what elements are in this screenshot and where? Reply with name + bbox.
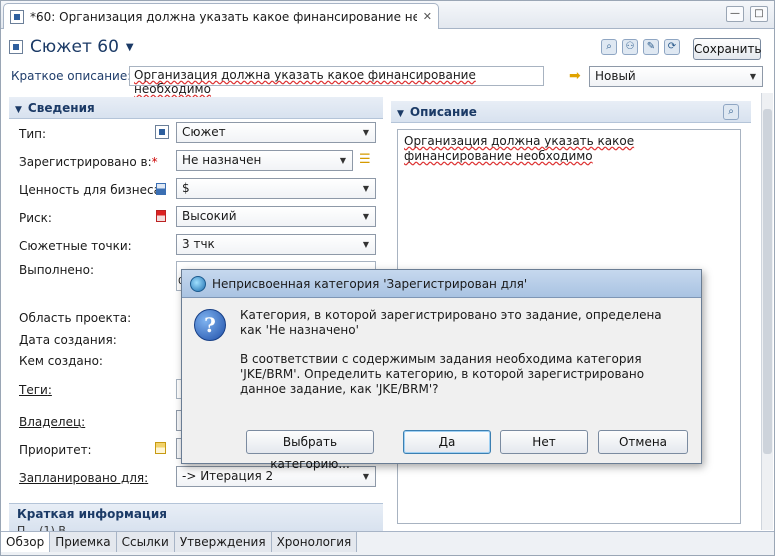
description-title: Описание — [409, 105, 477, 119]
planned-value: -> Итерация 2 — [182, 469, 274, 483]
tags-link[interactable]: Теги: — [19, 383, 52, 397]
risk-value: Высокий — [182, 209, 237, 223]
story-icon — [155, 125, 169, 139]
dialog-title-bar[interactable]: Неприсвоенная категория 'Зарегистрирован… — [182, 270, 701, 298]
state-select[interactable]: Новый ▼ — [589, 66, 763, 87]
planned-label-text: Запланировано для — [19, 471, 145, 485]
filed-against-select[interactable]: Не назначен ▼ — [176, 150, 353, 171]
chevron-down-icon: ▼ — [362, 472, 370, 481]
filed-label-text: Зарегистрировано в: — [19, 155, 152, 169]
chevron-down-icon: ▼ — [339, 156, 347, 165]
filed-label: Зарегистрировано в:* — [19, 155, 158, 169]
summary-input[interactable]: Организация должна указать какое финанси… — [129, 66, 544, 96]
quick-info-title: Краткая информация — [17, 507, 167, 521]
scrollbar-thumb[interactable] — [763, 109, 772, 454]
creation-date-label: Дата создания: — [19, 333, 117, 347]
priority-icon — [155, 442, 166, 454]
save-button[interactable]: Сохранить — [693, 38, 762, 60]
owner-link[interactable]: Владелец: — [19, 415, 85, 429]
title-text: Сюжет 60 — [30, 37, 119, 57]
quick-info-section: Краткая информация П... (1) B — [9, 503, 383, 532]
chevron-down-icon: ▼ — [362, 184, 370, 193]
document-icon — [10, 9, 24, 24]
no-button[interactable]: Нет — [500, 430, 588, 454]
business-value-label: Ценность для бизнеса: — [19, 183, 166, 197]
window-controls: — □ — [726, 6, 768, 22]
editor-page-tabs: Обзор Приемка Ссылки Утверждения Хроноло… — [1, 531, 774, 555]
close-icon[interactable]: ✕ — [423, 10, 432, 23]
editor-tab-title: *60: Организация должна указать какое фи… — [30, 9, 417, 24]
chevron-down-icon: ▼ — [362, 212, 370, 221]
done-label: Выполнено: — [19, 263, 95, 277]
dialog-message-line2: В соответствии с содержимым задания необ… — [240, 352, 645, 396]
creator-label: Кем создано: — [19, 354, 103, 368]
summary-label: Краткое описание:* — [11, 69, 137, 83]
question-icon: ? — [194, 309, 226, 341]
required-mark: * — [151, 155, 158, 169]
chevron-down-icon: ▼ — [362, 128, 370, 137]
arrow-right-icon: ➡ — [569, 68, 581, 84]
tab-approvals[interactable]: Утверждения — [174, 532, 272, 552]
filed-value: Не назначен — [182, 153, 262, 167]
unassigned-category-dialog: Неприсвоенная категория 'Зарегистрирован… — [181, 269, 702, 471]
story-icon — [9, 40, 23, 54]
dialog-message-line1: Категория, в которой зарегистрировано эт… — [240, 308, 662, 337]
summary-value: Организация должна указать какое финанси… — [134, 68, 476, 96]
refresh-icon[interactable]: ⟳ — [664, 39, 680, 55]
team-icon[interactable]: ⚇ — [622, 39, 638, 55]
story-points-label: Сюжетные точки: — [19, 239, 132, 253]
business-value-icon — [156, 183, 166, 195]
details-header[interactable]: ▼ Сведения — [9, 97, 383, 119]
app-icon — [190, 275, 206, 292]
tab-history[interactable]: Хронология — [271, 532, 358, 552]
vertical-scrollbar[interactable] — [761, 93, 773, 530]
maximize-button[interactable]: □ — [750, 6, 768, 22]
type-label: Тип: — [19, 127, 47, 141]
story-points-value: 3 тчк — [182, 237, 215, 251]
type-select[interactable]: Сюжет ▼ — [176, 122, 376, 143]
risk-icon — [156, 210, 166, 222]
collapse-icon: ▼ — [15, 105, 22, 115]
state-value: Новый — [595, 69, 636, 83]
risk-label: Риск: — [19, 211, 52, 225]
tab-acceptance[interactable]: Приемка — [50, 532, 117, 552]
category-picker-icon[interactable]: ☰ — [359, 152, 371, 167]
header-toolbar: ⌕ ⚇ ✎ ⟳ — [601, 39, 680, 55]
cancel-button[interactable]: Отмена — [598, 430, 688, 454]
story-points-select[interactable]: 3 тчк ▼ — [176, 234, 376, 255]
yes-button[interactable]: Да — [403, 430, 491, 454]
editor-header: Сюжет 60 ▼ ⌕ ⚇ ✎ ⟳ Сохранить Краткое опи… — [1, 29, 774, 96]
tab-overview[interactable]: Обзор — [1, 532, 51, 552]
find-icon[interactable]: ⌕ — [601, 39, 617, 55]
owner-label-text: Владелец — [19, 415, 82, 429]
tags-label-text: Теги — [19, 383, 48, 397]
editor-tab-bar: *60: Организация должна указать какое фи… — [1, 1, 774, 29]
choose-category-button[interactable]: Выбрать категорию... — [246, 430, 374, 471]
description-header[interactable]: ▼ Описание — [391, 101, 751, 123]
chevron-down-icon: ▼ — [362, 240, 370, 249]
work-item-editor: *60: Организация должна указать какое фи… — [0, 0, 775, 556]
dialog-message: Категория, в которой зарегистрировано эт… — [240, 308, 680, 411]
priority-label: Приоритет: — [19, 443, 92, 457]
editor-tab[interactable]: *60: Организация должна указать какое фи… — [3, 3, 439, 29]
business-value: $ — [182, 181, 190, 195]
dialog-title: Неприсвоенная категория 'Зарегистрирован… — [212, 276, 528, 291]
tab-links[interactable]: Ссылки — [116, 532, 175, 552]
risk-select[interactable]: Высокий ▼ — [176, 206, 376, 227]
chevron-down-icon[interactable]: ▼ — [126, 42, 134, 53]
planned-for-link[interactable]: Запланировано для: — [19, 471, 148, 485]
details-title: Сведения — [27, 101, 95, 115]
collapse-icon: ▼ — [397, 109, 404, 119]
type-value: Сюжет — [182, 125, 226, 139]
minimize-button[interactable]: — — [726, 6, 744, 22]
summary-label-text: Краткое описание: — [11, 69, 132, 83]
description-text: Организация должна указать какое финанси… — [404, 134, 635, 163]
page-title: Сюжет 60 ▼ — [9, 37, 134, 57]
chevron-down-icon: ▼ — [749, 72, 757, 81]
description-edit-icon[interactable]: ⌕ — [723, 104, 739, 120]
edit-icon[interactable]: ✎ — [643, 39, 659, 55]
business-value-select[interactable]: $ ▼ — [176, 178, 376, 199]
project-area-label: Область проекта: — [19, 311, 132, 325]
